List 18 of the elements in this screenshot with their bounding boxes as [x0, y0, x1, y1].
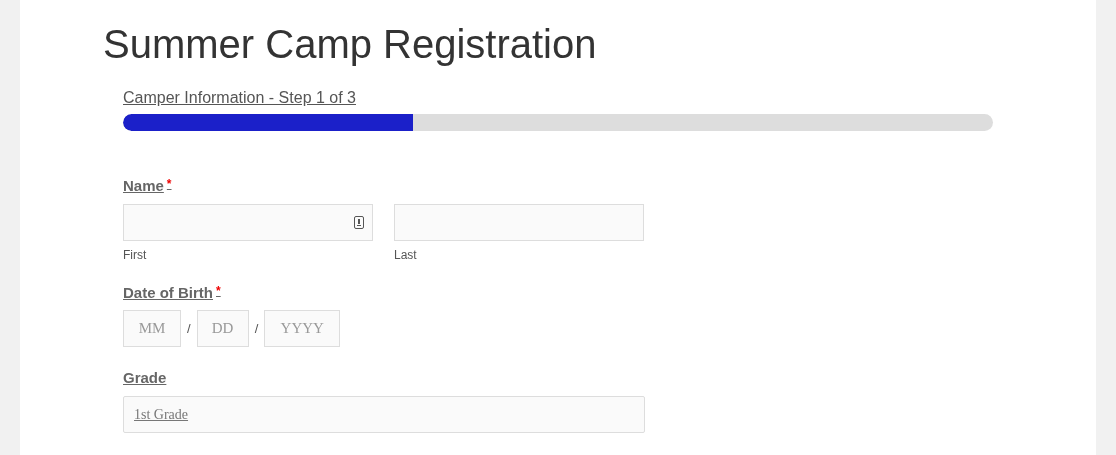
required-mark: *: [216, 282, 221, 300]
grade-select[interactable]: 1st Grade: [123, 395, 645, 433]
step-label: Camper Information - Step 1 of 3: [123, 88, 356, 108]
date-part-field[interactable]: MM: [123, 310, 181, 347]
date-separator: /: [187, 319, 191, 338]
last-name-field[interactable]: [394, 203, 644, 241]
date-part-field[interactable]: DD: [196, 310, 249, 347]
field-label: Name: [123, 176, 164, 196]
sublabel: First: [123, 246, 148, 264]
field-label: Date of Birth: [123, 282, 213, 303]
date-separator: /: [254, 319, 259, 338]
sublabel: Last: [394, 246, 418, 264]
date-part-field[interactable]: YYYY: [264, 310, 341, 347]
form-title: Summer Camp Registration: [103, 21, 598, 68]
field-label: Grade: [123, 368, 167, 388]
first-name-field[interactable]: [123, 203, 373, 241]
contact-card-icon: [354, 215, 364, 229]
required-mark: *: [166, 176, 172, 193]
